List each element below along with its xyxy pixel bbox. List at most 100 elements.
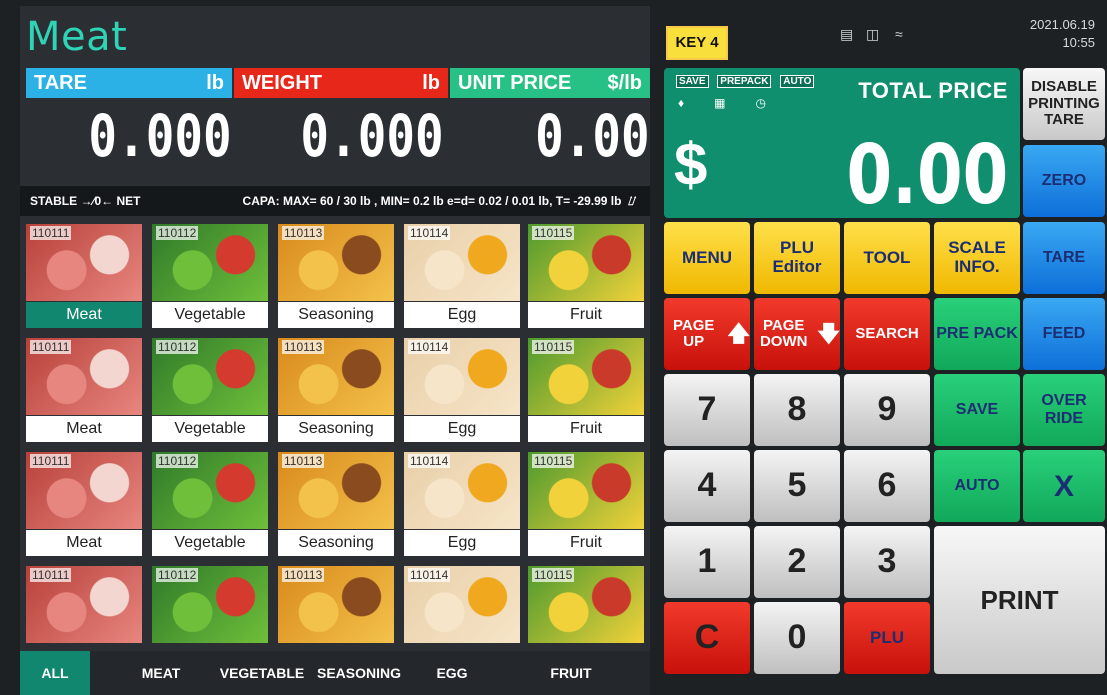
product-code: 110111 <box>30 340 72 354</box>
pre-pack-button[interactable]: PRE PACK <box>934 298 1020 370</box>
product-tile[interactable]: 110112 <box>152 566 268 648</box>
key-0[interactable]: 0 <box>754 602 840 674</box>
product-tile[interactable]: 110114 Egg <box>404 224 520 331</box>
key-6[interactable]: 6 <box>844 450 930 522</box>
product-tile[interactable]: 110113 Seasoning <box>278 452 394 559</box>
product-code: 110112 <box>156 340 199 354</box>
product-tile[interactable]: 110114 Egg <box>404 452 520 559</box>
key-1[interactable]: 1 <box>664 526 750 598</box>
product-tile[interactable]: 110114 Egg <box>404 338 520 445</box>
product-tile[interactable]: 110111 Meat <box>26 224 142 331</box>
network-icon: ◫ <box>866 26 880 42</box>
status-bar: STABLE →⁄0← NET CAPA: MAX= 60 / 30 lb , … <box>20 186 650 216</box>
x-button[interactable]: X <box>1023 450 1105 522</box>
product-tile[interactable]: 110113 Seasoning <box>278 224 394 331</box>
override-button[interactable]: OVER RIDE <box>1023 374 1105 446</box>
product-code: 110111 <box>30 226 72 240</box>
zero-button[interactable]: ZERO <box>1023 145 1105 217</box>
mode-icons: ♦ ▦ ◷ <box>678 96 796 110</box>
product-tile[interactable]: 110115 <box>528 566 644 648</box>
battery-icon: ⌰ <box>628 194 636 208</box>
product-name: Seasoning <box>278 530 394 556</box>
product-tile[interactable]: 110112 Vegetable <box>152 452 268 559</box>
unit-price-label: UNIT PRICE <box>458 72 572 94</box>
currency-symbol: $ <box>674 131 708 198</box>
product-tile[interactable]: 110111 Meat <box>26 452 142 559</box>
category-title: Meat <box>26 14 128 60</box>
disable-printing-tare-button[interactable]: DISABLE PRINTING TARE <box>1023 68 1105 140</box>
product-code: 110114 <box>408 454 451 468</box>
tare-label: TARE <box>34 72 87 94</box>
menu-button[interactable]: MENU <box>664 222 750 294</box>
product-name: Meat <box>26 416 142 442</box>
barcode-icon: ▦ <box>714 96 726 110</box>
scale-info-button[interactable]: SCALE INFO. <box>934 222 1020 294</box>
key-9[interactable]: 9 <box>844 374 930 446</box>
auto-button[interactable]: AUTO <box>934 450 1020 522</box>
key-4[interactable]: 4 <box>664 450 750 522</box>
total-price-panel: SAVE PREPACK AUTO ♦ ▦ ◷ TOTAL PRICE $ 0.00 <box>664 68 1020 223</box>
usb-icon: ▤ <box>840 26 854 42</box>
product-name: Egg <box>404 416 520 442</box>
product-tile[interactable]: 110111 Meat <box>26 338 142 445</box>
page-down-button[interactable]: PAGE DOWN 🡇 <box>754 298 840 370</box>
tare-unit: lb <box>206 72 224 94</box>
product-code: 110111 <box>30 568 72 582</box>
tab-all[interactable]: ALL <box>20 651 90 695</box>
key-5[interactable]: 5 <box>754 450 840 522</box>
clear-button[interactable]: C <box>664 602 750 674</box>
tool-button[interactable]: TOOL <box>844 222 930 294</box>
tag-icon: ♦ <box>678 96 685 110</box>
feed-button[interactable]: FEED <box>1023 298 1105 370</box>
auto-flag: AUTO <box>780 75 815 88</box>
product-name: Vegetable <box>152 416 268 442</box>
page-up-button[interactable]: PAGE UP 🡅 <box>664 298 750 370</box>
arrow-down-icon: 🡇 <box>817 320 840 346</box>
product-code: 110112 <box>156 454 199 468</box>
save-button[interactable]: SAVE <box>934 374 1020 446</box>
product-name: Meat <box>26 530 142 556</box>
plu-editor-button[interactable]: PLU Editor <box>754 222 840 294</box>
product-code: 110115 <box>532 226 575 240</box>
total-price-value: 0.00 <box>846 128 1008 223</box>
tab-fruit[interactable]: FRUIT <box>530 651 612 695</box>
product-tile[interactable]: 110112 Vegetable <box>152 224 268 331</box>
product-tile[interactable]: 110115 Fruit <box>528 224 644 331</box>
print-button[interactable]: PRINT <box>934 526 1105 674</box>
product-tile[interactable]: 110113 <box>278 566 394 648</box>
product-name: Egg <box>404 302 520 328</box>
key-8[interactable]: 8 <box>754 374 840 446</box>
date-text: 2021.06.19 <box>1029 17 1095 32</box>
product-name: Vegetable <box>152 302 268 328</box>
key-3[interactable]: 3 <box>844 526 930 598</box>
weight-unit: lb <box>422 72 440 94</box>
category-tabs: ALL MEAT VEGETABLE SEASONING EGG FRUIT <box>20 651 650 695</box>
unit-price-header: UNIT PRICE $/lb <box>450 68 650 98</box>
product-tile[interactable]: 110111 <box>26 566 142 648</box>
stable-net-indicator: STABLE →⁄0← NET <box>30 194 141 208</box>
key-7[interactable]: 7 <box>664 374 750 446</box>
search-button[interactable]: SEARCH <box>844 298 930 370</box>
product-name: Fruit <box>528 416 644 442</box>
tare-header: TARE lb <box>26 68 232 98</box>
product-code: 110115 <box>532 568 575 582</box>
tab-egg[interactable]: EGG <box>422 651 482 695</box>
product-code: 110113 <box>282 454 325 468</box>
plu-button[interactable]: PLU <box>844 602 930 674</box>
product-code: 110114 <box>408 340 451 354</box>
product-tile[interactable]: 110115 Fruit <box>528 452 644 559</box>
product-tile[interactable]: 110112 Vegetable <box>152 338 268 445</box>
tare-button[interactable]: TARE <box>1023 222 1105 294</box>
arrow-up-icon: 🡅 <box>727 320 750 346</box>
product-tile[interactable]: 110113 Seasoning <box>278 338 394 445</box>
unit-price-value: 0.00 <box>535 102 650 170</box>
product-name: Fruit <box>528 530 644 556</box>
product-tile[interactable]: 110115 Fruit <box>528 338 644 445</box>
tab-seasoning[interactable]: SEASONING <box>316 651 402 695</box>
key-2[interactable]: 2 <box>754 526 840 598</box>
tab-meat[interactable]: MEAT <box>120 651 202 695</box>
product-code: 110114 <box>408 226 451 240</box>
product-code: 110112 <box>156 226 199 240</box>
product-tile[interactable]: 110114 <box>404 566 520 648</box>
tab-vegetable[interactable]: VEGETABLE <box>206 651 318 695</box>
